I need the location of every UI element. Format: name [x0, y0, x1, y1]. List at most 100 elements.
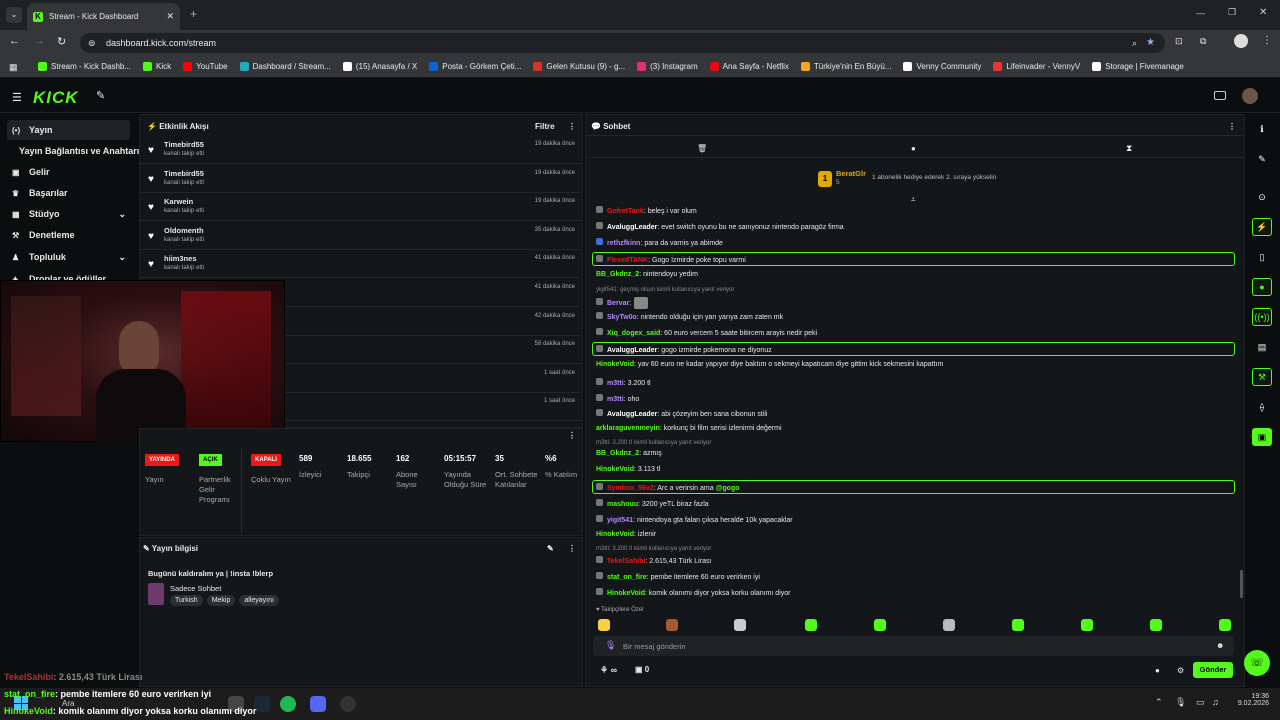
- new-tab-icon[interactable]: +: [190, 7, 197, 21]
- activity-user[interactable]: Karwein: [164, 197, 193, 206]
- chat-username[interactable]: FlexedTANK: [607, 257, 648, 264]
- filter-button[interactable]: Filtre: [535, 122, 555, 131]
- bookmark-item[interactable]: Venny Community: [903, 62, 981, 71]
- chat-username[interactable]: arklaraguvenmeyin: [596, 425, 660, 432]
- chat-message[interactable]: arklaraguvenmeyin: korkunç bi film seris…: [596, 425, 782, 432]
- minimize-icon[interactable]: —: [1196, 8, 1205, 18]
- tray-chevron-icon[interactable]: ⌃: [1155, 697, 1163, 708]
- chat-username[interactable]: m3tti: [607, 380, 624, 387]
- emoji-icon[interactable]: ☻: [1216, 641, 1224, 650]
- mic-icon[interactable]: 🎙: [605, 640, 616, 651]
- chat-username[interactable]: mashouu: [607, 501, 638, 508]
- chat-message[interactable]: m3tti: 3.200 tl: [596, 378, 651, 387]
- chat-mention[interactable]: @gogo: [716, 485, 740, 492]
- chat-message[interactable]: SkyTw0o: nintendo olduğu için yarı yarıy…: [596, 312, 783, 321]
- puzzle-icon[interactable]: ⧉: [1200, 36, 1206, 47]
- chat-username[interactable]: yigit541: [607, 517, 633, 524]
- chat-message[interactable]: HinokeVoid: yav 60 euro ne kadar yapıyor…: [596, 361, 943, 368]
- chat-username[interactable]: HinokeVoid: [607, 590, 645, 597]
- extension-icon[interactable]: ⊡: [1175, 36, 1183, 47]
- tag-chip[interactable]: Turkish: [170, 595, 203, 606]
- chat-icon[interactable]: ●: [1252, 278, 1272, 296]
- chat-message[interactable]: Bervar:: [596, 297, 649, 309]
- chat-username[interactable]: AvaluggLeader: [607, 411, 657, 418]
- chat-message[interactable]: m3tti: oho: [596, 394, 639, 403]
- bookmark-item[interactable]: Kick: [143, 62, 171, 71]
- emote-icon[interactable]: [598, 619, 610, 631]
- activity-row[interactable]: ♥ hiim3nes kanalı takip etti 41 dakika önce: [140, 250, 581, 279]
- bookmark-item[interactable]: Dashboard / Stream...: [239, 62, 331, 71]
- chat-username[interactable]: Xiq_dogex_said: [607, 330, 660, 337]
- channel-points[interactable]: ⚘ ∞: [600, 665, 617, 676]
- emote-icon[interactable]: [666, 619, 678, 631]
- emote-icon[interactable]: [874, 619, 886, 631]
- chat-username[interactable]: GofretTank: [607, 208, 644, 215]
- chat-username[interactable]: BB_Gkdnz_2: [596, 271, 639, 278]
- bookmark-item[interactable]: Posta - Görkem Çeti...: [429, 62, 521, 71]
- chat-message[interactable]: HinokeVoid: komik olanımı diyor yoksa ko…: [596, 588, 790, 597]
- activity-row[interactable]: ♥ Oldomenth kanalı takip etti 35 dakika önc…: [140, 222, 581, 250]
- close-window-icon[interactable]: ✕: [1259, 7, 1267, 18]
- stream-info-menu-icon[interactable]: ⋮: [568, 544, 576, 553]
- tray-mic-icon[interactable]: 🎙: [1175, 697, 1186, 708]
- category-name[interactable]: Sadece Sohbet: [170, 584, 221, 593]
- chat-username[interactable]: HinokeVoid: [596, 531, 634, 538]
- activity-menu-icon[interactable]: ⋮: [568, 122, 576, 131]
- activity-row[interactable]: ♥ Karwein kanalı takip etti 19 dakika önce: [140, 193, 581, 222]
- chat-message[interactable]: AvaluggLeader: gogo izmirde pokemona ne …: [596, 345, 772, 354]
- reload-icon[interactable]: ↻: [57, 35, 66, 48]
- chat-message[interactable]: GofretTank: beleş i var olum: [596, 206, 697, 215]
- chat-message[interactable]: AvaluggLeader: evet switch oyunu bu ne s…: [596, 222, 844, 231]
- tag-chip[interactable]: alleyayını: [239, 595, 279, 606]
- chat-username[interactable]: Symbox_56v2: [607, 485, 654, 492]
- chat-username[interactable]: Bervar: [607, 300, 629, 307]
- spotify-icon[interactable]: [280, 696, 296, 712]
- target-icon[interactable]: ⊙: [1252, 188, 1272, 206]
- bookmark-item[interactable]: (3) Instagram: [637, 62, 698, 71]
- chat-message[interactable]: Symbox_56v2: Arc a verirsin ama @gogo: [596, 483, 740, 492]
- chat-emote-icon[interactable]: ●: [1155, 666, 1160, 675]
- url-input[interactable]: ⊜ dashboard.kick.com/stream ⌕ ★: [80, 33, 1165, 53]
- activity-user[interactable]: Oldomenth: [164, 226, 204, 235]
- emote-icon[interactable]: [1150, 619, 1162, 631]
- chat-username[interactable]: TekelSahibi: [607, 558, 645, 565]
- maximize-icon[interactable]: ❐: [1228, 7, 1236, 18]
- bookmark-item[interactable]: Storage | Fivemanage: [1092, 62, 1184, 71]
- help-chat-icon[interactable]: ☏: [1244, 650, 1270, 676]
- list-icon[interactable]: ▤: [1252, 338, 1272, 356]
- tray-volume-icon[interactable]: ♫: [1212, 697, 1219, 707]
- chat-username[interactable]: AvaluggLeader: [607, 347, 657, 354]
- display-icon[interactable]: [1214, 91, 1226, 100]
- bookmark-item[interactable]: Ana Sayfa - Netflix: [709, 62, 789, 71]
- bookmark-star-icon[interactable]: ★: [1146, 33, 1155, 53]
- sidebar-item[interactable]: ♟ Topluluk ⌄: [7, 247, 130, 267]
- broadcast-icon[interactable]: ((•)): [1252, 308, 1272, 326]
- chat-message[interactable]: HinokeVoid: izlenir: [596, 531, 656, 538]
- activity-row[interactable]: ♥ Timebird55 kanalı takip etti 19 dakika ön…: [140, 136, 581, 164]
- chat-username[interactable]: BB_Gkdnz_2: [596, 450, 639, 457]
- emote-icon[interactable]: [805, 619, 817, 631]
- share-icon[interactable]: ⟠: [1252, 398, 1272, 416]
- chat-message[interactable]: TekelSahibi: 2.615,43 Türk Lirası: [596, 556, 711, 565]
- forward-icon[interactable]: →: [34, 35, 45, 47]
- chat-username[interactable]: HinokeVoid: [596, 361, 634, 368]
- pin-icon[interactable]: ✎: [96, 89, 105, 102]
- emote-icon[interactable]: [1219, 619, 1231, 631]
- bookmark-item[interactable]: YouTube: [183, 62, 228, 71]
- send-button[interactable]: Gönder: [1193, 662, 1233, 678]
- trash-icon[interactable]: 🗑: [697, 144, 707, 153]
- chat-username[interactable]: m3tti: [607, 396, 624, 403]
- bookmark-item[interactable]: Gelen Kutusu (9) - g...: [533, 62, 625, 71]
- sidebar-item[interactable]: Yayın Bağlantısı ve Anahtarı: [7, 141, 139, 161]
- chat-username[interactable]: rethzfkinn: [607, 240, 640, 247]
- sidebar-item[interactable]: (•) Yayın: [7, 120, 130, 140]
- chat-menu-icon[interactable]: ⋮: [1228, 122, 1236, 131]
- emote-icon[interactable]: [1081, 619, 1093, 631]
- phone-icon[interactable]: ▯: [1252, 248, 1272, 266]
- chat-message[interactable]: BB_Gkdnz_2: nintendoyu yedim: [596, 271, 698, 278]
- chat-settings-icon[interactable]: ⚙: [1177, 666, 1184, 675]
- edit-icon[interactable]: ✎: [547, 544, 554, 553]
- zoom-icon[interactable]: ⌕: [1132, 33, 1137, 53]
- chat-message[interactable]: HinokeVoid: 3.113 tl: [596, 466, 660, 473]
- chat-bubble-icon[interactable]: ●: [911, 144, 916, 153]
